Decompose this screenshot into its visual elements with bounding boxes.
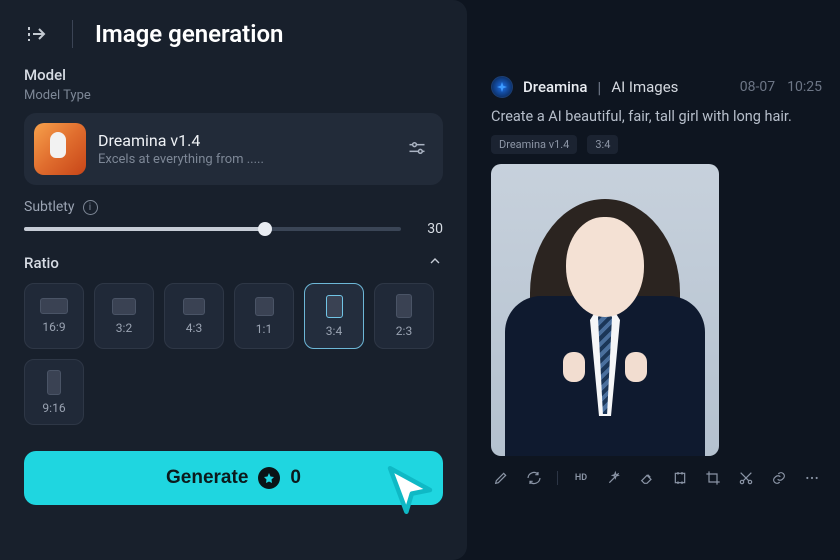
slider-fill: [24, 227, 265, 231]
ratio-label: 9:16: [42, 401, 65, 415]
model-info: Dreamina v1.4 Excels at everything from …: [98, 131, 395, 167]
ratio-shape: [40, 298, 68, 314]
expand-icon[interactable]: [670, 468, 690, 488]
result-tag: Dreamina v1.4: [491, 135, 577, 154]
ratio-label: 4:3: [186, 321, 202, 335]
result-tag: 3:4: [587, 135, 618, 154]
info-icon[interactable]: i: [83, 200, 98, 215]
result-tags: Dreamina v1.4 3:4: [491, 135, 822, 154]
slider-thumb[interactable]: [258, 222, 272, 236]
more-icon[interactable]: [802, 468, 822, 488]
ratio-header[interactable]: Ratio: [0, 237, 467, 283]
result-time: 10:25: [787, 79, 822, 95]
ratio-option-4-3[interactable]: 4:3: [164, 283, 224, 349]
subtlety-value: 30: [417, 221, 443, 237]
ratio-option-16-9[interactable]: 16:9: [24, 283, 84, 349]
prompt-text: Create a AI beautiful, fair, tall girl w…: [491, 106, 822, 127]
model-selector[interactable]: Dreamina v1.4 Excels at everything from …: [24, 113, 443, 185]
ratio-option-3-4[interactable]: 3:4: [304, 283, 364, 349]
chevron-up-icon[interactable]: [427, 253, 443, 273]
generate-cost: 0: [290, 467, 301, 489]
app-icon: [491, 76, 513, 98]
token-icon: [258, 467, 280, 489]
right-panel: Dreamina | AI Images 08-07 10:25 Create …: [467, 0, 840, 560]
app-separator: |: [597, 78, 601, 97]
subtlety-row: Subtlety i: [0, 199, 467, 215]
ratio-label: 16:9: [42, 320, 65, 334]
header-divider: [72, 20, 73, 48]
page-title: Image generation: [95, 20, 283, 48]
toolbar-separator: [557, 471, 558, 485]
ratio-label: 3:2: [116, 321, 132, 335]
regenerate-icon[interactable]: [524, 468, 544, 488]
model-thumbnail: [34, 123, 86, 175]
ratio-shape: [183, 298, 205, 315]
hd-icon[interactable]: HD: [571, 468, 591, 488]
edit-icon[interactable]: [491, 468, 511, 488]
app-name: Dreamina: [523, 78, 587, 96]
ratio-label: 1:1: [256, 322, 272, 336]
subtlety-slider-row: 30: [0, 215, 467, 237]
model-name: Dreamina v1.4: [98, 131, 395, 150]
ratio-option-9-16[interactable]: 9:16: [24, 359, 84, 425]
ratio-shape: [396, 294, 412, 318]
model-type-label: Model Type: [24, 88, 443, 103]
link-icon[interactable]: [769, 468, 789, 488]
ratio-shape: [326, 295, 343, 318]
ratio-shape: [255, 297, 274, 316]
ratio-grid: 16:9 3:2 4:3 1:1 3:4 2:3 9:16: [0, 283, 467, 425]
cursor-icon: [381, 461, 439, 519]
ratio-option-2-3[interactable]: 2:3: [374, 283, 434, 349]
erase-icon[interactable]: [637, 468, 657, 488]
ratio-label: 3:4: [326, 324, 342, 338]
settings-sliders-icon[interactable]: [407, 138, 429, 160]
crop-icon[interactable]: [703, 468, 723, 488]
generate-label: Generate: [166, 467, 248, 489]
subtlety-label: Subtlety: [24, 199, 75, 215]
ratio-shape: [47, 370, 61, 395]
ratio-option-3-2[interactable]: 3:2: [94, 283, 154, 349]
ratio-label: 2:3: [396, 324, 412, 338]
model-section: Model Model Type Dreamina v1.4 Excels at…: [0, 66, 467, 185]
cut-icon[interactable]: [736, 468, 756, 488]
collapse-icon[interactable]: [24, 21, 50, 47]
timestamp: 08-07 10:25: [740, 79, 822, 95]
ratio-option-1-1[interactable]: 1:1: [234, 283, 294, 349]
result-image[interactable]: [491, 164, 719, 456]
header: Image generation: [0, 0, 467, 66]
ratio-shape: [112, 298, 136, 315]
result-header: Dreamina | AI Images 08-07 10:25: [491, 76, 822, 98]
result-toolbar: HD: [491, 468, 822, 488]
model-description: Excels at everything from .....: [98, 152, 395, 167]
subtlety-slider[interactable]: [24, 227, 401, 231]
magic-icon[interactable]: [604, 468, 624, 488]
result-date: 08-07: [740, 79, 775, 95]
left-panel: Image generation Model Model Type Dreami…: [0, 0, 467, 560]
generate-wrap: Generate 0: [24, 451, 443, 505]
model-label: Model: [24, 66, 443, 84]
app-section: AI Images: [611, 78, 678, 96]
ratio-label: Ratio: [24, 254, 59, 272]
